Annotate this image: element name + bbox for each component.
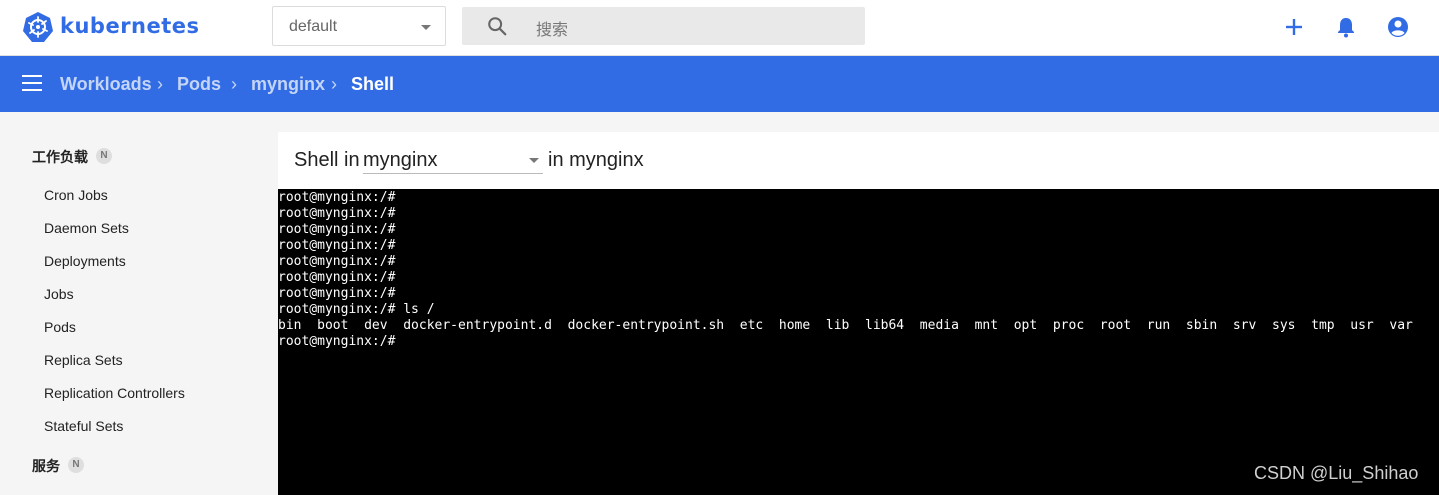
terminal-line: root@mynginx:/# — [278, 238, 396, 253]
sidebar-item-pods[interactable]: Pods — [44, 319, 76, 335]
container-select-value: mynginx — [363, 149, 438, 171]
sidebar-item-deployments[interactable]: Deployments — [44, 253, 126, 269]
terminal-line: root@mynginx:/# — [278, 270, 396, 285]
sidebar-section-workloads[interactable]: 工作负载 — [32, 147, 88, 167]
breadcrumb-bar: Workloads › Pods › mynginx › Shell — [0, 56, 1439, 112]
breadcrumb-workloads[interactable]: Workloads — [60, 74, 152, 95]
brand-name[interactable]: kubernetes — [60, 14, 200, 38]
account-icon[interactable] — [1386, 15, 1410, 39]
breadcrumb-pods[interactable]: Pods — [177, 74, 221, 95]
terminal-line: root@mynginx:/# — [278, 222, 396, 237]
search-placeholder: 搜索 — [536, 22, 569, 39]
sidebar: 工作负载 N Cron Jobs Daemon Sets Deployments… — [0, 112, 277, 495]
chevron-right-icon: › — [157, 74, 163, 94]
sidebar-item-daemon-sets[interactable]: Daemon Sets — [44, 220, 129, 236]
chevron-down-icon — [529, 158, 539, 163]
search-input[interactable]: 搜索 — [462, 7, 865, 45]
top-bar: kubernetes default 搜索 — [0, 0, 1439, 56]
kubernetes-logo-icon[interactable] — [22, 11, 54, 43]
terminal[interactable]: root@mynginx:/# root@mynginx:/# root@myn… — [278, 189, 1439, 495]
sidebar-item-jobs[interactable]: Jobs — [44, 286, 74, 302]
terminal-line: root@mynginx:/# ls / — [278, 302, 435, 317]
sidebar-item-replication-controllers[interactable]: Replication Controllers — [44, 385, 185, 401]
sidebar-section-services[interactable]: 服务 — [32, 456, 60, 476]
shell-title-suffix: in mynginx — [548, 149, 644, 171]
search-icon — [488, 17, 507, 36]
shell-title-prefix: Shell in — [294, 149, 360, 171]
sidebar-item-replica-sets[interactable]: Replica Sets — [44, 352, 123, 368]
shell-card: Shell in mynginx in mynginx root@mynginx… — [278, 132, 1439, 495]
menu-icon[interactable] — [22, 75, 42, 93]
terminal-line: root@mynginx:/# — [278, 334, 396, 349]
sidebar-item-stateful-sets[interactable]: Stateful Sets — [44, 418, 123, 434]
terminal-line: root@mynginx:/# — [278, 286, 396, 301]
terminal-line: bin boot dev docker-entrypoint.d docker-… — [278, 318, 1413, 333]
sidebar-item-cron-jobs[interactable]: Cron Jobs — [44, 187, 108, 203]
breadcrumb-current: Shell — [351, 74, 395, 94]
chevron-right-icon: › — [231, 74, 237, 94]
chevron-right-icon: › — [331, 74, 337, 94]
shell-card-header: Shell in mynginx in mynginx — [278, 132, 1439, 189]
container-select[interactable]: mynginx — [363, 147, 543, 174]
terminal-line: root@mynginx:/# — [278, 206, 396, 221]
namespaced-badge: N — [68, 457, 84, 473]
watermark: CSDN @Liu_Shihao — [1254, 463, 1419, 483]
namespace-select[interactable]: default — [272, 6, 446, 46]
chevron-down-icon — [421, 25, 431, 30]
bell-icon[interactable] — [1334, 15, 1358, 39]
breadcrumb-pod-name[interactable]: mynginx — [251, 74, 325, 95]
plus-icon[interactable] — [1282, 15, 1306, 39]
terminal-line: root@mynginx:/# — [278, 254, 396, 269]
namespaced-badge: N — [96, 148, 112, 164]
terminal-line: root@mynginx:/# — [278, 190, 396, 205]
namespace-value: default — [289, 18, 338, 35]
